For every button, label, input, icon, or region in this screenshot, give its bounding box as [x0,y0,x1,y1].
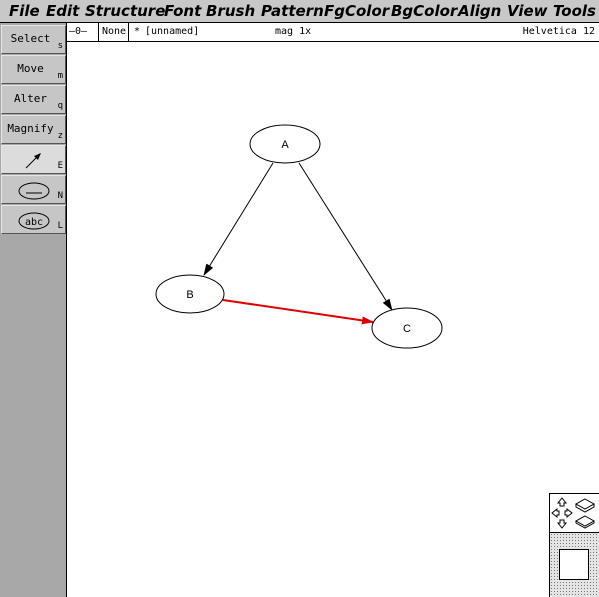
zoom-out-icon[interactable] [574,515,596,529]
edge-b-to-c[interactable] [222,299,374,325]
menu-view[interactable]: View [507,2,548,20]
node-label: C [403,323,411,335]
labeled-node-icon-text: abc [25,217,43,228]
edge-tool-button[interactable]: E [1,145,66,174]
tool-label: Move [17,62,44,75]
edge-a-to-c[interactable] [298,162,393,311]
menu-edit[interactable]: Edit [46,2,79,20]
tool-label: Select [10,32,51,45]
edge-a-to-b[interactable] [203,162,274,276]
drawing-canvas[interactable]: A B C [68,42,599,597]
menu-brush[interactable]: Brush [206,2,255,20]
divider [98,23,99,41]
panner-controls [550,494,599,533]
node-tool-button[interactable]: N [1,175,66,204]
file-name: [unnamed] [145,26,200,37]
menu-pattern[interactable]: Pattern [261,2,324,20]
zoom-in-icon[interactable] [574,498,596,513]
labeled-node-icon: abc [18,212,50,230]
tool-label: Alter [13,92,48,105]
menu-font[interactable]: Font [164,2,201,20]
pattern-indicator: None [102,26,127,37]
node-label: A [281,139,289,151]
node-ellipse-icon [18,182,50,200]
alter-tool-button[interactable]: Alter q [1,85,66,114]
edge-arrow-icon [25,153,41,169]
tool-shortcut: N [57,191,63,201]
tool-shortcut: E [57,161,63,171]
tool-shortcut: z [57,131,63,141]
menu-fgcolor[interactable]: FgColor [324,2,389,20]
modified-flag: * [134,26,141,37]
select-tool-button[interactable]: Select s [1,25,66,54]
tool-label: Magnify [7,122,54,135]
menu-align[interactable]: Align [458,2,501,20]
labeled-node-tool-button[interactable]: abc L [1,205,66,234]
menu-structure[interactable]: Structure [85,2,165,20]
menu-file[interactable]: File [9,2,40,20]
pan-arrows-icon[interactable] [551,497,573,529]
move-tool-button[interactable]: Move m [1,55,66,84]
tool-shortcut: m [57,71,63,81]
menu-bar: File Edit Structure Font Brush Pattern F… [0,0,599,23]
node-label: B [186,289,193,301]
divider [128,23,129,41]
info-bar: —0— None * [unnamed] mag 1x Helvetica 12 [67,23,599,42]
brush-indicator: —0— [69,26,88,37]
panner-viewport[interactable] [559,549,589,580]
magnification-indicator: mag 1x [275,26,312,37]
graph-node-b[interactable]: B [155,274,225,314]
tool-shortcut: s [57,41,63,51]
magnify-tool-button[interactable]: Magnify z [1,115,66,144]
graph-node-c[interactable]: C [371,307,443,349]
menu-tools[interactable]: Tools [553,2,596,20]
panner [549,493,599,597]
menu-bgcolor[interactable]: BgColor [391,2,457,20]
font-indicator: Helvetica 12 [522,26,595,37]
panner-overview[interactable] [550,533,599,597]
graph-node-a[interactable]: A [249,124,321,164]
pan-zoom-controls [551,497,596,529]
tool-panel: Select s Move m Alter q Magnify z E N ab… [0,23,67,597]
tool-shortcut: q [57,101,63,111]
tool-shortcut: L [57,221,63,231]
